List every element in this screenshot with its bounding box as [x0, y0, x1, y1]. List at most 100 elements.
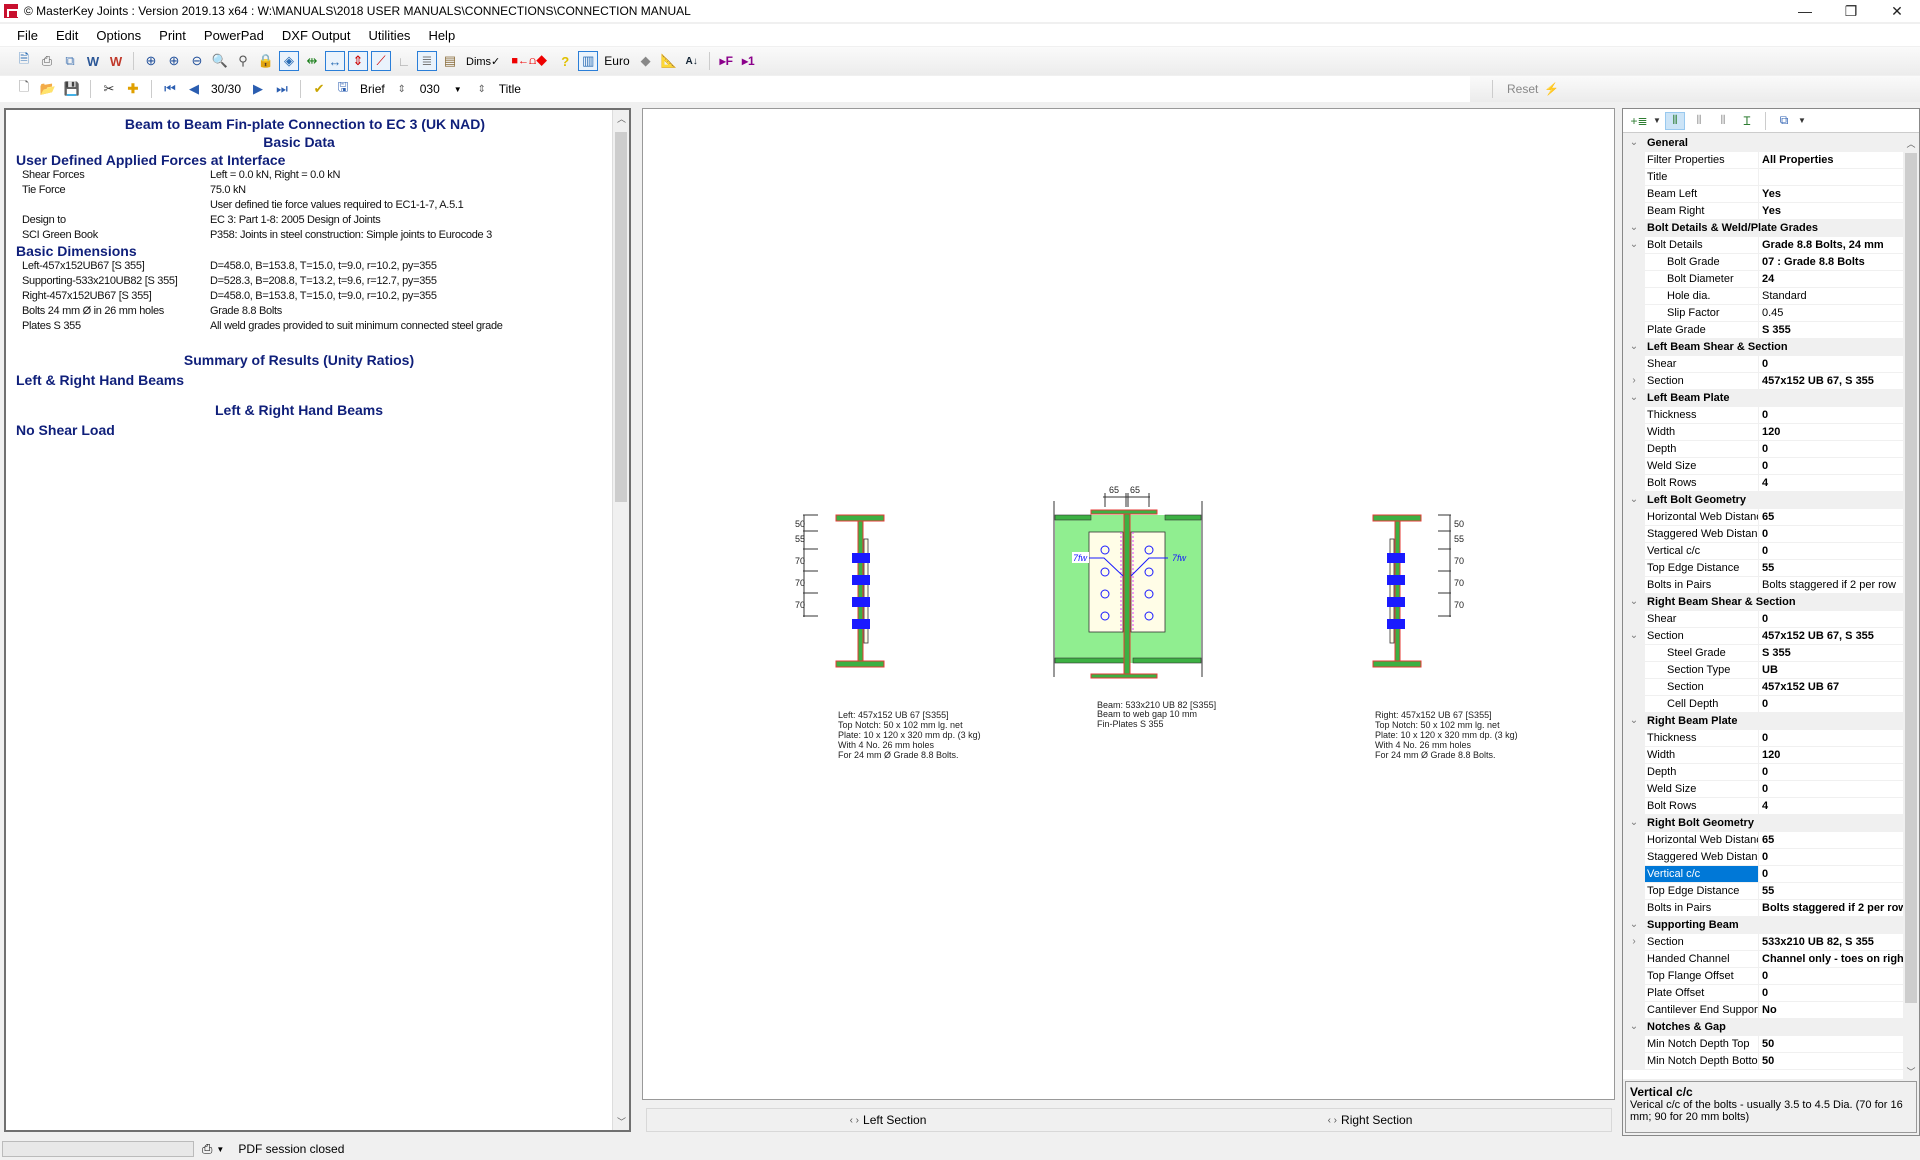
property-category[interactable]: ⌄ Left Bolt Geometry	[1623, 492, 1904, 509]
property-value[interactable]: Bolts staggered if 2 per row	[1759, 577, 1904, 593]
property-row[interactable]: Beam Left Yes	[1623, 186, 1904, 203]
property-row[interactable]: Width 120	[1623, 424, 1904, 441]
lock-icon[interactable]: 🔒	[256, 51, 276, 71]
collapse-chevron-icon[interactable]: ⌄	[1623, 339, 1645, 355]
properties-icon[interactable]: ▤	[440, 51, 460, 71]
copy-icon[interactable]: ⧉	[1774, 112, 1794, 130]
last-page-icon[interactable]: ⏭	[272, 79, 292, 99]
property-row[interactable]: Depth 0	[1623, 441, 1904, 458]
next-page-icon[interactable]: ▶	[248, 79, 268, 99]
property-category[interactable]: ⌄ Right Beam Plate	[1623, 713, 1904, 730]
scroll-thumb[interactable]	[1905, 153, 1917, 1003]
collapse-chevron-icon[interactable]: ⌄	[1623, 713, 1645, 729]
word-export-red-icon[interactable]: W	[106, 51, 126, 71]
right-beam-icon[interactable]: ⫴	[1713, 112, 1733, 130]
number-select[interactable]: 030	[415, 82, 444, 96]
red-markers-icon[interactable]: ■←⩍◆	[506, 51, 552, 71]
help-icon[interactable]: ?	[555, 51, 575, 71]
collapse-chevron-icon[interactable]: ⌄	[1623, 628, 1645, 644]
property-row[interactable]: ⌄ Section 457x152 UB 67, S 355	[1623, 628, 1904, 645]
add-icon[interactable]: ✚	[123, 79, 143, 99]
property-value[interactable]: 65	[1759, 509, 1904, 525]
save-icon[interactable]: 💾	[62, 79, 82, 99]
property-value[interactable]: 533x210 UB 82, S 355	[1759, 934, 1904, 950]
property-value[interactable]: 0	[1759, 849, 1904, 865]
property-row[interactable]: Thickness 0	[1623, 407, 1904, 424]
menu-file[interactable]: File	[8, 28, 47, 43]
property-value[interactable]	[1759, 169, 1904, 185]
property-value[interactable]: 0	[1759, 696, 1904, 712]
supporting-beam-icon[interactable]: Ɪ	[1737, 112, 1757, 130]
property-value[interactable]: All Properties	[1759, 152, 1904, 168]
property-value[interactable]: 55	[1759, 883, 1904, 899]
fill-icon[interactable]: ◈	[279, 51, 299, 71]
property-row[interactable]: Vertical c/c 0	[1623, 866, 1904, 883]
collapse-chevron-icon[interactable]: ⌄	[1623, 594, 1645, 610]
property-row[interactable]: Hole dia. Standard	[1623, 288, 1904, 305]
property-value[interactable]: Yes	[1759, 203, 1904, 219]
link-icon[interactable]: ⇹	[302, 51, 322, 71]
dimension-horizontal-icon[interactable]: ↔	[325, 51, 345, 71]
property-value[interactable]: 0	[1759, 458, 1904, 474]
property-value[interactable]: 0	[1759, 441, 1904, 457]
property-category[interactable]: ⌄ Right Beam Shear & Section	[1623, 594, 1904, 611]
menu-utilities[interactable]: Utilities	[360, 28, 420, 43]
close-button[interactable]: ✕	[1874, 0, 1920, 22]
property-value[interactable]: 55	[1759, 560, 1904, 576]
property-row[interactable]: Top Edge Distance 55	[1623, 883, 1904, 900]
property-value[interactable]: Standard	[1759, 288, 1904, 304]
property-value[interactable]: 24	[1759, 271, 1904, 287]
property-category[interactable]: ⌄ Bolt Details & Weld/Plate Grades	[1623, 220, 1904, 237]
dropdown-arrow-icon[interactable]: ▼	[1798, 112, 1806, 130]
menu-options[interactable]: Options	[87, 28, 150, 43]
property-row[interactable]: Weld Size 0	[1623, 458, 1904, 475]
property-row[interactable]: Thickness 0	[1623, 730, 1904, 747]
notes-icon[interactable]: ≣	[417, 51, 437, 71]
property-value[interactable]: 0	[1759, 985, 1904, 1001]
menu-print[interactable]: Print	[150, 28, 195, 43]
property-value[interactable]: Channel only - toes on right	[1759, 951, 1904, 967]
menu-dxf-output[interactable]: DXF Output	[273, 28, 360, 43]
property-value[interactable]: 50	[1759, 1053, 1904, 1069]
collapse-chevron-icon[interactable]: ⌄	[1623, 237, 1645, 253]
property-row[interactable]: Section 457x152 UB 67	[1623, 679, 1904, 696]
property-row[interactable]: Min Notch Depth Top 50	[1623, 1036, 1904, 1053]
collapse-chevron-icon[interactable]: ⌄	[1623, 220, 1645, 236]
property-category[interactable]: ⌄ Right Bolt Geometry	[1623, 815, 1904, 832]
zoom-window-icon[interactable]: 🔍	[210, 51, 230, 71]
zoom-extents-icon[interactable]: ⚲	[233, 51, 253, 71]
property-row[interactable]: Title	[1623, 169, 1904, 186]
scroll-down-icon[interactable]: ﹀	[1903, 1063, 1919, 1079]
property-value[interactable]: 457x152 UB 67, S 355	[1759, 628, 1904, 644]
goto-first-marker[interactable]: ▸F	[717, 54, 736, 68]
restore-button[interactable]: ❐	[1828, 0, 1874, 22]
number-dropdown-icon[interactable]: ▼	[448, 79, 468, 99]
property-row[interactable]: Shear 0	[1623, 611, 1904, 628]
save-report-icon[interactable]: 🖫	[333, 79, 353, 99]
title-spinner-icon[interactable]: ⇕	[472, 79, 492, 99]
property-value[interactable]: 0	[1759, 356, 1904, 372]
property-row[interactable]: Horizontal Web Distanc 65	[1623, 832, 1904, 849]
right-section-tab[interactable]: ‹ › Right Section	[1129, 1109, 1611, 1131]
drafting-tools-icon[interactable]: 📐	[659, 51, 679, 71]
prev-page-icon[interactable]: ◀	[184, 79, 204, 99]
minimize-button[interactable]: —	[1782, 0, 1828, 22]
property-value[interactable]: 0	[1759, 968, 1904, 984]
scroll-down-icon[interactable]: ﹀	[613, 1113, 630, 1130]
property-value[interactable]: 0	[1759, 611, 1904, 627]
print-icon[interactable]: ⎙	[37, 51, 57, 71]
zoom-out-icon[interactable]: ⊖	[187, 51, 207, 71]
property-value[interactable]: 07 : Grade 8.8 Bolts	[1759, 254, 1904, 270]
property-row[interactable]: Section Type UB	[1623, 662, 1904, 679]
property-row[interactable]: Weld Size 0	[1623, 781, 1904, 798]
property-category[interactable]: ⌄ Supporting Beam	[1623, 917, 1904, 934]
printer-icon[interactable]: ⎙	[202, 1141, 212, 1157]
left-beam-icon[interactable]: ⫴	[1689, 112, 1709, 130]
property-value[interactable]: No	[1759, 1002, 1904, 1018]
units-euro[interactable]: Euro	[601, 54, 632, 68]
axes-icon[interactable]: ∟	[394, 51, 414, 71]
property-row[interactable]: Cantilever End Support No	[1623, 1002, 1904, 1019]
property-row[interactable]: Cell Depth 0	[1623, 696, 1904, 713]
collapse-chevron-icon[interactable]: ⌄	[1623, 815, 1645, 831]
property-row[interactable]: Plate Grade S 355	[1623, 322, 1904, 339]
